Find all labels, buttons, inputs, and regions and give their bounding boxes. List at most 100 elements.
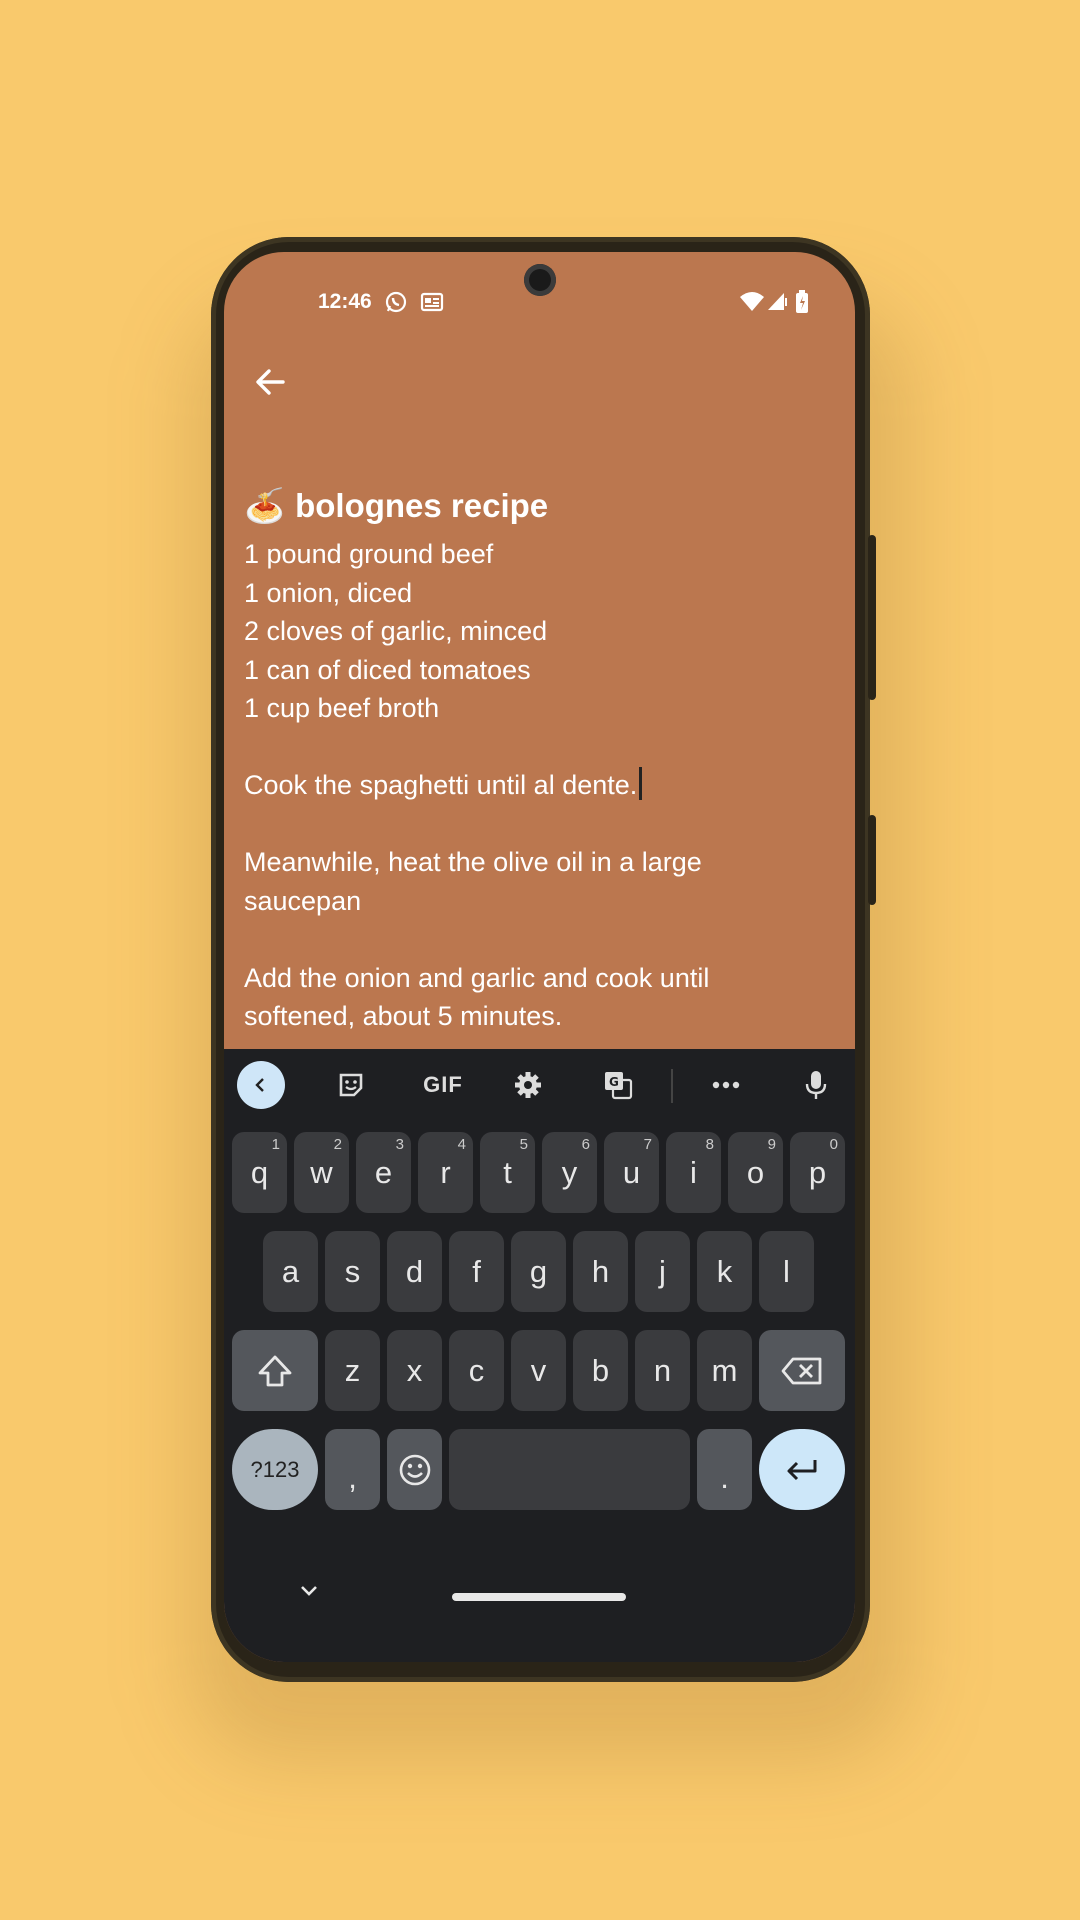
key-s[interactable]: s	[325, 1231, 380, 1312]
text-cursor	[639, 767, 643, 800]
key-x[interactable]: x	[387, 1330, 442, 1411]
backspace-icon	[781, 1357, 822, 1384]
shift-key[interactable]	[232, 1330, 318, 1411]
key-label: p	[808, 1154, 827, 1190]
power-button	[868, 535, 876, 700]
news-icon	[420, 290, 444, 319]
key-v[interactable]: v	[511, 1330, 566, 1411]
keyboard-toolbar: GIF G	[224, 1049, 855, 1121]
gif-label: GIF	[423, 1072, 463, 1097]
svg-text:G: G	[609, 1075, 619, 1089]
key-g[interactable]: g	[511, 1231, 566, 1312]
shift-icon	[258, 1355, 292, 1386]
symbols-key[interactable]: ?123	[232, 1429, 318, 1510]
key-h[interactable]: h	[573, 1231, 628, 1312]
emoji-key[interactable]	[387, 1429, 442, 1510]
key-label: r	[440, 1154, 451, 1190]
key-number: 6	[581, 1136, 590, 1153]
key-number: 1	[271, 1136, 280, 1153]
enter-key[interactable]	[759, 1429, 845, 1510]
toolbar-back-icon[interactable]	[237, 1061, 285, 1109]
key-number: 0	[829, 1136, 838, 1153]
key-b[interactable]: b	[573, 1330, 628, 1411]
key-number: 7	[643, 1136, 652, 1153]
note-title[interactable]: 🍝 bolognes recipe	[244, 477, 835, 535]
key-p[interactable]: p0	[790, 1132, 845, 1213]
note-line: 1 onion, diced	[244, 577, 413, 608]
key-number: 9	[767, 1136, 776, 1153]
note-line	[244, 728, 835, 767]
key-u[interactable]: u7	[604, 1132, 659, 1213]
whatsapp-icon	[384, 290, 408, 319]
spaghetti-icon: 🍝	[244, 487, 286, 524]
key-r[interactable]: r4	[418, 1132, 473, 1213]
key-number: 5	[519, 1136, 528, 1153]
sticker-icon[interactable]	[327, 1061, 375, 1109]
key-number: 8	[705, 1136, 714, 1153]
note-line-text: Cook the spaghetti until al dente.	[244, 770, 638, 800]
space-key[interactable]	[449, 1429, 690, 1510]
key-q[interactable]: q1	[232, 1132, 287, 1213]
note-title-text: bolognes recipe	[295, 487, 549, 524]
more-icon[interactable]	[702, 1061, 750, 1109]
key-label: w	[310, 1154, 333, 1190]
note-line-cursor: Cook the spaghetti until al dente.	[244, 766, 835, 805]
key-label: o	[746, 1154, 765, 1190]
keyboard: GIF G q1 w2 e3 r4 t5 y6 u7 i8 o9 p0 a s …	[224, 1049, 855, 1662]
backspace-key[interactable]	[759, 1330, 845, 1411]
note-line: 2 cloves of garlic, minced	[244, 616, 548, 646]
key-k[interactable]: k	[697, 1231, 752, 1312]
key-j[interactable]: j	[635, 1231, 690, 1312]
gesture-navigation-bar[interactable]	[452, 1593, 626, 1601]
note-line: 1 pound ground beef	[244, 539, 494, 569]
emoji-icon	[399, 1454, 430, 1485]
note-line: Meanwhile, heat the olive oil in a large	[244, 847, 702, 877]
note-line: 1 can of diced tomatoes	[244, 654, 531, 685]
key-o[interactable]: o9	[728, 1132, 783, 1213]
toolbar-separator	[671, 1069, 673, 1103]
translate-icon[interactable]: G	[594, 1061, 642, 1109]
battery-icon	[795, 290, 809, 319]
key-c[interactable]: c	[449, 1330, 504, 1411]
key-w[interactable]: w2	[294, 1132, 349, 1213]
key-f[interactable]: f	[449, 1231, 504, 1312]
mic-icon[interactable]	[792, 1061, 840, 1109]
note-editor[interactable]: 🍝 bolognes recipe 1 pound ground beef 1 …	[244, 477, 835, 1036]
key-i[interactable]: i8	[666, 1132, 721, 1213]
period-key[interactable]: .	[697, 1429, 752, 1510]
key-d[interactable]: d	[387, 1231, 442, 1312]
key-m[interactable]: m	[697, 1330, 752, 1411]
note-line: saucepan	[244, 885, 362, 916]
key-number: 4	[457, 1136, 466, 1153]
note-line	[244, 805, 835, 844]
chevron-down-icon[interactable]	[298, 1584, 320, 1603]
key-label: i	[690, 1154, 697, 1190]
key-y[interactable]: y6	[542, 1132, 597, 1213]
status-bar: 12:46	[224, 290, 855, 320]
note-line: Add the onion and garlic and cook until	[244, 962, 710, 993]
signal-icon	[766, 290, 788, 317]
key-number: 3	[395, 1136, 404, 1153]
key-e[interactable]: e3	[356, 1132, 411, 1213]
key-a[interactable]: a	[263, 1231, 318, 1312]
key-label: q	[250, 1154, 269, 1190]
key-label: u	[622, 1154, 641, 1190]
arrow-back-icon[interactable]	[246, 357, 296, 407]
gif-button[interactable]: GIF	[409, 1061, 477, 1109]
key-n[interactable]: n	[635, 1330, 690, 1411]
volume-button	[868, 815, 876, 905]
note-line	[244, 920, 835, 959]
note-body[interactable]: 1 pound ground beef 1 onion, diced 2 clo…	[244, 535, 835, 1036]
key-t[interactable]: t5	[480, 1132, 535, 1213]
key-label: y	[561, 1154, 578, 1190]
comma-key[interactable]: ,	[325, 1429, 380, 1510]
gear-icon[interactable]	[504, 1061, 552, 1109]
key-l[interactable]: l	[759, 1231, 814, 1312]
key-label: t	[503, 1154, 512, 1190]
key-number: 2	[333, 1136, 342, 1153]
key-z[interactable]: z	[325, 1330, 380, 1411]
note-line: softened, about 5 minutes.	[244, 1001, 563, 1031]
key-label: e	[374, 1154, 393, 1190]
wifi-icon	[739, 290, 765, 317]
status-time: 12:46	[318, 290, 372, 313]
